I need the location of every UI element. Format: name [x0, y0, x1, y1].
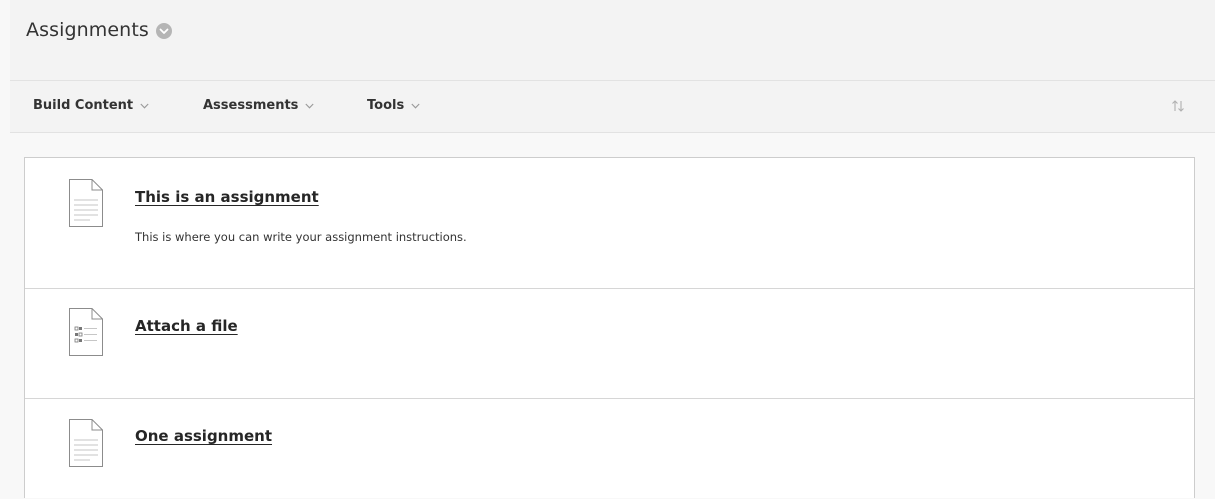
list-item: One assignment: [25, 399, 1194, 499]
chevron-down-icon: [140, 98, 149, 113]
chevron-down-icon: [305, 98, 315, 113]
document-icon: [68, 418, 104, 468]
item-title-link[interactable]: This is an assignment: [135, 188, 319, 206]
item-title-link[interactable]: One assignment: [135, 427, 272, 445]
item-title-link[interactable]: Attach a file: [135, 317, 238, 335]
build-content-label: Build Content: [33, 98, 134, 113]
chevron-down-icon: [411, 98, 420, 113]
page-title: Assignments: [26, 19, 149, 41]
document-icon: [68, 178, 104, 228]
item-description: This is where you can write your assignm…: [135, 230, 467, 244]
list-item: Attach a file: [25, 289, 1194, 399]
tools-label: Tools: [367, 98, 405, 113]
list-item: This is an assignment This is where you …: [25, 158, 1194, 289]
action-toolbar: Build Content Assessments Tools: [10, 81, 1215, 133]
tools-menu[interactable]: Tools: [367, 98, 420, 113]
assessments-menu[interactable]: Assessments: [203, 98, 315, 113]
content-list: This is an assignment This is where you …: [24, 157, 1195, 498]
build-content-menu[interactable]: Build Content: [33, 98, 149, 113]
assessments-label: Assessments: [203, 98, 299, 113]
file-attachment-icon: [68, 307, 104, 357]
page-header: Assignments: [10, 0, 1215, 81]
reorder-arrows-icon[interactable]: [1171, 98, 1185, 114]
chevron-down-circle-icon[interactable]: [155, 23, 172, 39]
page-title-wrap: Assignments: [26, 19, 172, 41]
